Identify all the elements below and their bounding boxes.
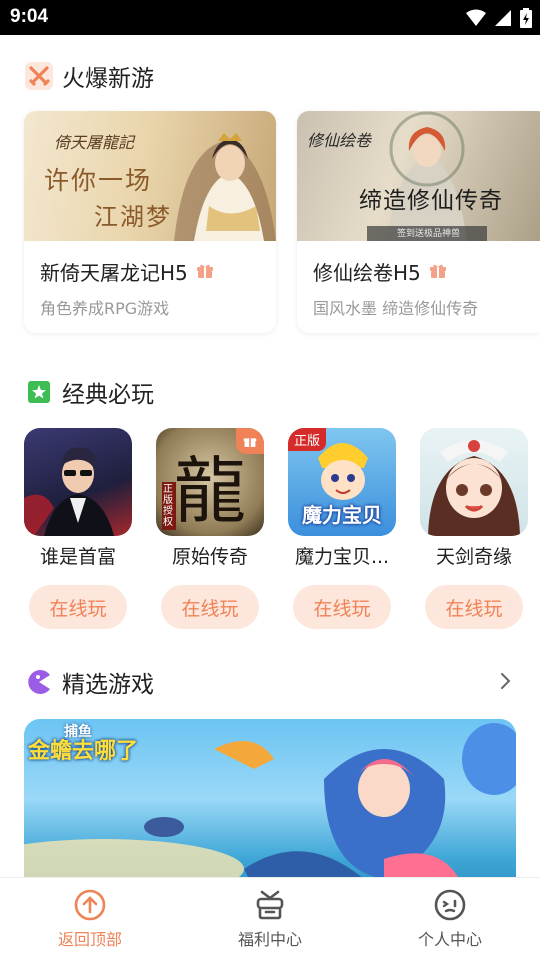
classic-game-item[interactable]: 谁是首富 在线玩 bbox=[24, 428, 132, 629]
banner-slogan-2: 江湖梦 bbox=[94, 203, 172, 231]
hot-game-name: 新倚天屠龙记H5 bbox=[40, 261, 188, 285]
hot-game-card[interactable]: 修仙绘卷 缔造修仙传奇 签到送极品神兽 修仙绘卷H5 国风水墨 缔造修仙传奇 bbox=[297, 111, 540, 333]
hot-game-desc: 角色养成RPG游戏 bbox=[40, 299, 170, 318]
crossed-swords-icon bbox=[24, 61, 54, 91]
tab-back-to-top[interactable]: 返回顶部 bbox=[0, 878, 180, 961]
play-online-button[interactable]: 在线玩 bbox=[293, 585, 391, 629]
star-badge-icon bbox=[24, 377, 54, 407]
license-seal: 正版授权 bbox=[162, 482, 176, 530]
pacman-icon bbox=[24, 667, 54, 697]
gift-box-icon bbox=[256, 890, 284, 920]
anime-girl-illustration bbox=[428, 440, 520, 536]
game-thumbnail[interactable]: 龍 正版授权 bbox=[156, 428, 264, 536]
bottom-tab-bar: 返回顶部 福利中心 个人中心 bbox=[0, 877, 540, 961]
banner-logo-text: 修仙绘卷 bbox=[307, 131, 372, 150]
hot-game-card[interactable]: 倚天屠龍記 许你一场 江湖梦 新倚天屠龙记H5 角色养成RPG游戏 bbox=[24, 111, 276, 333]
hot-game-banner: 倚天屠龍記 许你一场 江湖梦 bbox=[24, 111, 276, 241]
tab-label: 返回顶部 bbox=[57, 930, 122, 949]
gift-icon bbox=[429, 260, 447, 284]
wifi-icon bbox=[466, 9, 486, 26]
hot-game-banner: 修仙绘卷 缔造修仙传奇 签到送极品神兽 bbox=[297, 111, 540, 241]
play-online-button[interactable]: 在线玩 bbox=[161, 585, 259, 629]
battery-icon bbox=[520, 8, 532, 28]
hot-game-title: 新倚天屠龙记H5 bbox=[40, 257, 214, 286]
banner-logo-text: 金蟾去哪了 bbox=[28, 739, 139, 764]
tab-welfare-center[interactable]: 福利中心 bbox=[180, 878, 360, 961]
chevron-right-icon[interactable] bbox=[500, 671, 512, 695]
gift-icon bbox=[196, 260, 214, 284]
section-header-featured: 精选游戏 bbox=[24, 665, 154, 699]
play-online-button[interactable]: 在线玩 bbox=[425, 585, 523, 629]
banner-slogan-1: 许你一场 bbox=[44, 166, 153, 195]
section-header-hot: 火爆新游 bbox=[24, 59, 154, 93]
smiley-face-icon bbox=[434, 889, 466, 921]
gift-icon bbox=[243, 437, 257, 447]
banner-logo-text: 倚天屠龍記 bbox=[54, 133, 135, 152]
classic-game-item[interactable]: 龍 正版授权 原始传奇 在线玩 bbox=[156, 428, 264, 629]
game-name: 魔力宝贝... bbox=[294, 546, 390, 568]
game-thumbnail[interactable] bbox=[24, 428, 132, 536]
game-thumbnail[interactable] bbox=[420, 428, 528, 536]
tab-label: 个人中心 bbox=[417, 930, 482, 949]
play-online-button[interactable]: 在线玩 bbox=[29, 585, 127, 629]
banner-slogan-1: 缔造修仙传奇 bbox=[359, 188, 503, 214]
status-bar: 9:04 bbox=[0, 0, 540, 35]
arrow-up-circle-icon bbox=[74, 889, 106, 921]
game-name: 谁是首富 bbox=[39, 546, 116, 568]
hot-game-desc: 国风水墨 缔造修仙传奇 bbox=[313, 299, 479, 318]
signal-icon bbox=[495, 10, 511, 26]
hot-game-title: 修仙绘卷H5 bbox=[313, 257, 447, 286]
classic-game-item[interactable]: 正版 魔力宝贝 魔力宝贝... 在线玩 bbox=[288, 428, 396, 629]
section-title-hot: 火爆新游 bbox=[62, 66, 154, 92]
hot-game-name: 修仙绘卷H5 bbox=[313, 261, 421, 285]
tab-label: 福利中心 bbox=[237, 930, 302, 949]
game-name: 原始传奇 bbox=[171, 546, 248, 568]
main-content[interactable]: 火爆新游 倚天屠龍記 许你一场 江湖梦 新倚天屠龙记H5 角色养成RPG游戏 修… bbox=[0, 35, 540, 877]
banner-slogan-2: 签到送极品神兽 bbox=[397, 229, 461, 239]
section-title-classic: 经典必玩 bbox=[62, 382, 154, 408]
featured-game-banner[interactable]: 捕鱼 金蟾去哪了 bbox=[24, 719, 516, 877]
game-logo-text: 魔力宝贝 bbox=[302, 503, 382, 527]
official-badge: 正版 bbox=[288, 428, 327, 451]
section-header-classic: 经典必玩 bbox=[24, 375, 154, 409]
game-name: 天剑奇缘 bbox=[435, 546, 512, 568]
status-icons bbox=[466, 8, 532, 28]
game-thumbnail[interactable]: 正版 魔力宝贝 bbox=[288, 428, 396, 536]
classic-game-item[interactable]: 天剑奇缘 在线玩 bbox=[420, 428, 528, 629]
section-title-featured: 精选游戏 bbox=[62, 672, 154, 698]
status-time: 9:04 bbox=[10, 6, 49, 27]
gift-badge bbox=[236, 428, 264, 454]
businessman-illustration bbox=[24, 447, 114, 536]
tab-personal-center[interactable]: 个人中心 bbox=[360, 878, 540, 961]
